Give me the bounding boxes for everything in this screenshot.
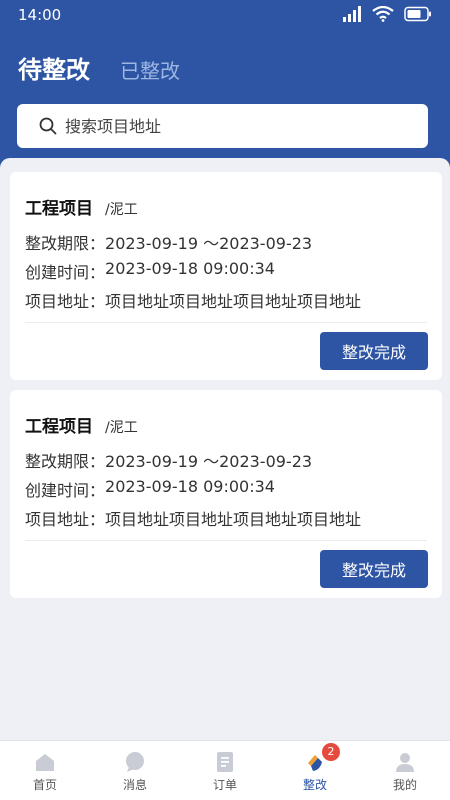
rectify-card: 工程项目 /泥工 整改期限： 2023-09-19 ～2023-09-23 创建… <box>10 172 442 380</box>
created-value: 2023-09-18 09:00:34 <box>105 477 275 496</box>
address-value: 项目地址项目地址项目地址项目地址 <box>105 292 362 311</box>
tabbar-badge: 2 <box>322 743 340 761</box>
deadline-label: 整改期限： <box>25 234 106 253</box>
card-divider <box>25 540 427 541</box>
complete-button[interactable]: 整改完成 <box>320 550 428 588</box>
tabbar-label: 订单 <box>212 778 237 792</box>
signal-icon <box>343 6 361 22</box>
top-tabs: 待整改 已整改 <box>18 50 180 85</box>
battery-icon <box>404 6 431 22</box>
deadline-value: 2023-09-19 ～2023-09-23 <box>105 234 313 253</box>
card-divider <box>25 322 427 323</box>
tab-pending[interactable]: 待整改 <box>18 50 90 85</box>
status-icons <box>342 6 432 22</box>
tab-completed[interactable]: 已整改 <box>120 55 180 84</box>
created-value: 2023-09-18 09:00:34 <box>105 259 275 278</box>
home-icon <box>36 754 54 771</box>
created-label: 创建时间： <box>25 263 106 282</box>
card-subtitle: /泥工 <box>105 420 138 436</box>
rectify-card: 工程项目 /泥工 整改期限： 2023-09-19 ～2023-09-23 创建… <box>10 390 442 598</box>
deadline-field: 整改期限： 2023-09-19 ～2023-09-23 <box>25 448 312 472</box>
card-title: 工程项目 <box>25 199 93 219</box>
search-icon <box>39 117 57 135</box>
address-label: 项目地址： <box>25 510 106 529</box>
address-label: 项目地址： <box>25 292 106 311</box>
created-field: 创建时间： 2023-09-18 09:00:34 <box>25 477 275 501</box>
address-field: 项目地址： 项目地址项目地址项目地址项目地址 <box>25 288 361 312</box>
deadline-field: 整改期限： 2023-09-19 ～2023-09-23 <box>25 230 312 254</box>
order-icon <box>217 752 233 772</box>
created-label: 创建时间： <box>25 481 106 500</box>
header: 14:00 待整改 已整改 <box>0 0 450 172</box>
tabbar-item-profile[interactable]: 我的 <box>360 741 450 800</box>
card-title-row: 工程项目 /泥工 <box>25 194 138 219</box>
card-title: 工程项目 <box>25 417 93 437</box>
user-icon <box>396 753 414 772</box>
status-bar: 14:00 <box>0 0 450 32</box>
card-title-row: 工程项目 /泥工 <box>25 412 138 437</box>
complete-button[interactable]: 整改完成 <box>320 332 428 370</box>
deadline-label: 整改期限： <box>25 452 106 471</box>
deadline-value: 2023-09-19 ～2023-09-23 <box>105 452 313 471</box>
tabbar-label: 首页 <box>32 778 57 792</box>
tabbar-item-orders[interactable]: 订单 <box>180 741 270 800</box>
card-subtitle: /泥工 <box>105 202 138 218</box>
tabbar-label: 我的 <box>392 778 417 792</box>
address-value: 项目地址项目地址项目地址项目地址 <box>105 510 362 529</box>
status-time: 14:00 <box>18 6 62 24</box>
created-field: 创建时间： 2023-09-18 09:00:34 <box>25 259 275 283</box>
tabbar-label: 整改 <box>302 778 327 792</box>
address-field: 项目地址： 项目地址项目地址项目地址项目地址 <box>25 506 361 530</box>
message-icon <box>126 752 144 772</box>
tabbar-item-messages[interactable]: 消息 <box>90 741 180 800</box>
tabbar-item-home[interactable]: 首页 <box>0 741 90 800</box>
bottom-tabbar: 首页 消息 订单 2 整改 我的 <box>0 740 450 800</box>
tabbar-label: 消息 <box>122 778 147 792</box>
search-bar[interactable] <box>17 104 428 148</box>
search-input[interactable] <box>65 116 385 136</box>
wifi-icon <box>372 6 394 22</box>
tabbar-item-rectify[interactable]: 2 整改 <box>270 741 360 800</box>
